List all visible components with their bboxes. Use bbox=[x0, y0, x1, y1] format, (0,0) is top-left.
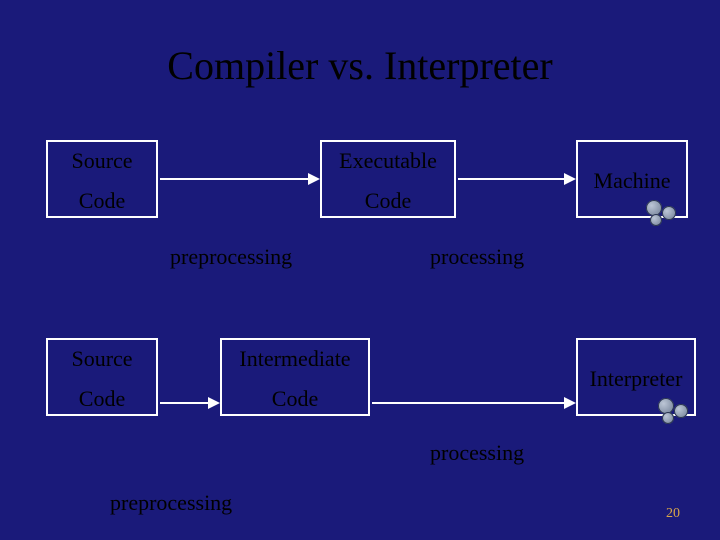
arrow-head bbox=[564, 397, 576, 409]
gears-icon bbox=[656, 396, 692, 426]
arrow-head bbox=[208, 397, 220, 409]
label-processing-top: processing bbox=[430, 244, 524, 270]
text-machine: Machine bbox=[594, 168, 671, 193]
text-source: Source bbox=[48, 148, 156, 174]
text-code: Code bbox=[48, 188, 156, 214]
text-source: Source bbox=[48, 346, 156, 372]
arrow-preprocessing-bottom bbox=[160, 402, 208, 404]
arrow-preprocessing-top bbox=[160, 178, 308, 180]
box-source-code-bottom: Source Code bbox=[46, 338, 158, 416]
page-number: 20 bbox=[666, 506, 680, 522]
text-code: Code bbox=[222, 386, 368, 412]
box-intermediate-code: Intermediate Code bbox=[220, 338, 370, 416]
label-preprocessing-bottom: preprocessing bbox=[110, 490, 232, 516]
gears-icon bbox=[644, 198, 680, 228]
text-intermediate: Intermediate bbox=[222, 346, 368, 372]
box-source-code-top: Source Code bbox=[46, 140, 158, 218]
box-executable-code: Executable Code bbox=[320, 140, 456, 218]
label-preprocessing-top: preprocessing bbox=[170, 244, 292, 270]
text-code: Code bbox=[322, 188, 454, 214]
arrow-processing-bottom bbox=[372, 402, 564, 404]
text-executable: Executable bbox=[322, 148, 454, 174]
arrow-head bbox=[564, 173, 576, 185]
arrow-processing-top bbox=[458, 178, 564, 180]
arrow-head bbox=[308, 173, 320, 185]
label-processing-bottom: processing bbox=[430, 440, 524, 466]
text-code: Code bbox=[48, 386, 156, 412]
slide-title: Compiler vs. Interpreter bbox=[0, 42, 720, 89]
text-interpreter: Interpreter bbox=[590, 366, 683, 391]
